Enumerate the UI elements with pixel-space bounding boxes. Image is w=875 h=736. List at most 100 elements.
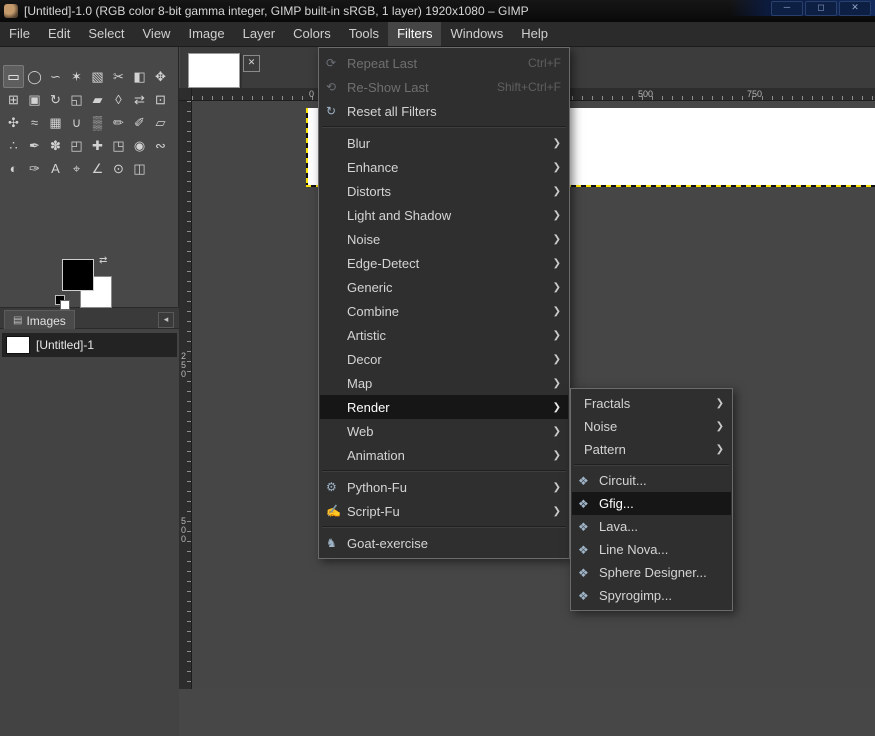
vertical-ruler[interactable]: 250 500 <box>179 101 192 689</box>
tool-color-picker[interactable]: ⌖ <box>66 157 87 180</box>
tool-perspective[interactable]: ◊ <box>108 88 129 111</box>
tool-airbrush[interactable]: ∴ <box>3 134 24 157</box>
tool-move[interactable]: ✥ <box>150 65 171 88</box>
menu-item-gfig[interactable]: ❖ Gfig... <box>572 492 731 515</box>
menu-item-script-fu[interactable]: ✍ Script-Fu ❯ <box>320 499 568 523</box>
tool-text[interactable]: A <box>45 157 66 180</box>
tool-handle-transform[interactable]: ✣ <box>3 111 24 134</box>
menu-item-render[interactable]: Render ❯ <box>320 395 568 419</box>
tool-rotate[interactable]: ↻ <box>45 88 66 111</box>
tool-warp-transform[interactable]: ≈ <box>24 111 45 134</box>
menu-item-goat-exercise[interactable]: ♞ Goat-exercise <box>320 531 568 555</box>
menu-item-label: Spyrogimp... <box>599 588 672 603</box>
swap-colors-icon[interactable]: ⇄ <box>99 255 107 266</box>
menu-item-reset-all-filters[interactable]: ↻ Reset all Filters <box>320 99 568 123</box>
tool-shear[interactable]: ▰ <box>87 88 108 111</box>
menu-file[interactable]: File <box>0 22 39 46</box>
tab-images[interactable]: ▤ Images <box>4 310 75 330</box>
window-controls: ─ ◻ ✕ <box>730 0 875 16</box>
menu-item-distorts[interactable]: Distorts ❯ <box>320 179 568 203</box>
menu-layer[interactable]: Layer <box>234 22 285 46</box>
tool-unified-transform[interactable]: ⊡ <box>150 88 171 111</box>
submenu-chevron-icon: ❯ <box>552 281 561 293</box>
tool-perspective-clone[interactable]: ◳ <box>108 134 129 157</box>
menu-separator <box>322 526 566 528</box>
submenu-chevron-icon: ❯ <box>552 233 561 245</box>
menu-item-artistic[interactable]: Artistic ❯ <box>320 323 568 347</box>
close-icon[interactable]: ✕ <box>839 0 871 16</box>
menu-item-sphere-designer[interactable]: ❖ Sphere Designer... <box>572 561 731 584</box>
tool-paintbrush[interactable]: ✐ <box>129 111 150 134</box>
menu-windows[interactable]: Windows <box>441 22 512 46</box>
menu-item-python-fu[interactable]: ⚙ Python-Fu ❯ <box>320 475 568 499</box>
menu-item-repeat-last[interactable]: ⟳ Repeat Last Ctrl+F <box>320 51 568 75</box>
hruler-label-500: 500 <box>638 89 654 99</box>
menu-item-label: Web <box>347 423 374 439</box>
tool-scale[interactable]: ◱ <box>66 88 87 111</box>
image-tab-thumbnail[interactable] <box>188 53 240 88</box>
menu-item-web[interactable]: Web ❯ <box>320 419 568 443</box>
menu-item-generic[interactable]: Generic ❯ <box>320 275 568 299</box>
tool-rectangle-select[interactable]: ▭ <box>3 65 24 88</box>
tool-flip[interactable]: ⇄ <box>129 88 150 111</box>
menu-help[interactable]: Help <box>512 22 557 46</box>
tool-ellipse-select[interactable]: ◯ <box>24 65 45 88</box>
menu-image[interactable]: Image <box>179 22 233 46</box>
menu-view[interactable]: View <box>134 22 180 46</box>
tool-dodge-burn[interactable]: ◐ <box>3 157 24 180</box>
menu-item-combine[interactable]: Combine ❯ <box>320 299 568 323</box>
tool-3d-transform[interactable]: ◫ <box>129 157 150 180</box>
menu-item-light-and-shadow[interactable]: Light and Shadow ❯ <box>320 203 568 227</box>
menu-item-blur[interactable]: Blur ❯ <box>320 131 568 155</box>
menu-item-map[interactable]: Map ❯ <box>320 371 568 395</box>
tool-cage-transform[interactable]: ▦ <box>45 111 66 134</box>
tool-heal[interactable]: ✚ <box>87 134 108 157</box>
menu-tools[interactable]: Tools <box>340 22 388 46</box>
menu-item-noise-sub[interactable]: Noise ❯ <box>572 415 731 438</box>
menu-item-noise[interactable]: Noise ❯ <box>320 227 568 251</box>
menu-item-reshow-last[interactable]: ⟲ Re-Show Last Shift+Ctrl+F <box>320 75 568 99</box>
list-item-untitled-image[interactable]: [Untitled]-1 <box>2 333 177 357</box>
menu-edit[interactable]: Edit <box>39 22 79 46</box>
tool-blur-sharpen[interactable]: ◉ <box>129 134 150 157</box>
tool-measure[interactable]: ∠ <box>87 157 108 180</box>
tool-select-by-color[interactable]: ▧ <box>87 65 108 88</box>
maximize-icon[interactable]: ◻ <box>805 0 837 16</box>
menu-item-lava[interactable]: ❖ Lava... <box>572 515 731 538</box>
menu-select[interactable]: Select <box>79 22 133 46</box>
tool-crop[interactable]: ▣ <box>24 88 45 111</box>
dock-collapse-icon[interactable]: ◂ <box>158 312 174 328</box>
foreground-color-swatch[interactable] <box>62 259 94 291</box>
tool-clone[interactable]: ◰ <box>66 134 87 157</box>
menu-item-edge-detect[interactable]: Edge-Detect ❯ <box>320 251 568 275</box>
tool-free-select[interactable]: ∽ <box>45 65 66 88</box>
default-colors-icon[interactable] <box>55 295 70 310</box>
close-icon[interactable]: ✕ <box>243 55 260 72</box>
menu-colors[interactable]: Colors <box>284 22 340 46</box>
plugin-icon: ❖ <box>578 542 589 557</box>
tool-eraser[interactable]: ▱ <box>150 111 171 134</box>
tool-bucket-fill[interactable]: ∪ <box>66 111 87 134</box>
menu-filters[interactable]: Filters <box>388 22 442 46</box>
tool-alignment[interactable]: ⊞ <box>3 88 24 111</box>
tool-smudge[interactable]: ∾ <box>150 134 171 157</box>
tool-scissors-select[interactable]: ✂ <box>108 65 129 88</box>
menu-item-spyrogimp[interactable]: ❖ Spyrogimp... <box>572 584 731 607</box>
menu-item-fractals[interactable]: Fractals ❯ <box>572 392 731 415</box>
menu-item-decor[interactable]: Decor ❯ <box>320 347 568 371</box>
tool-foreground-select[interactable]: ◧ <box>129 65 150 88</box>
minimize-icon[interactable]: ─ <box>771 0 803 16</box>
menu-item-circuit[interactable]: ❖ Circuit... <box>572 469 731 492</box>
tool-zoom[interactable]: ⊙ <box>108 157 129 180</box>
submenu-chevron-icon: ❯ <box>552 209 561 221</box>
tool-fuzzy-select[interactable]: ✶ <box>66 65 87 88</box>
menu-item-animation[interactable]: Animation ❯ <box>320 443 568 467</box>
tool-ink[interactable]: ✒ <box>24 134 45 157</box>
tool-pencil[interactable]: ✏ <box>108 111 129 134</box>
menu-item-line-nova[interactable]: ❖ Line Nova... <box>572 538 731 561</box>
tool-gradient[interactable]: ▒ <box>87 111 108 134</box>
tool-mypaint-brush[interactable]: ✽ <box>45 134 66 157</box>
tool-paths[interactable]: ✑ <box>24 157 45 180</box>
menu-item-enhance[interactable]: Enhance ❯ <box>320 155 568 179</box>
menu-item-pattern[interactable]: Pattern ❯ <box>572 438 731 461</box>
